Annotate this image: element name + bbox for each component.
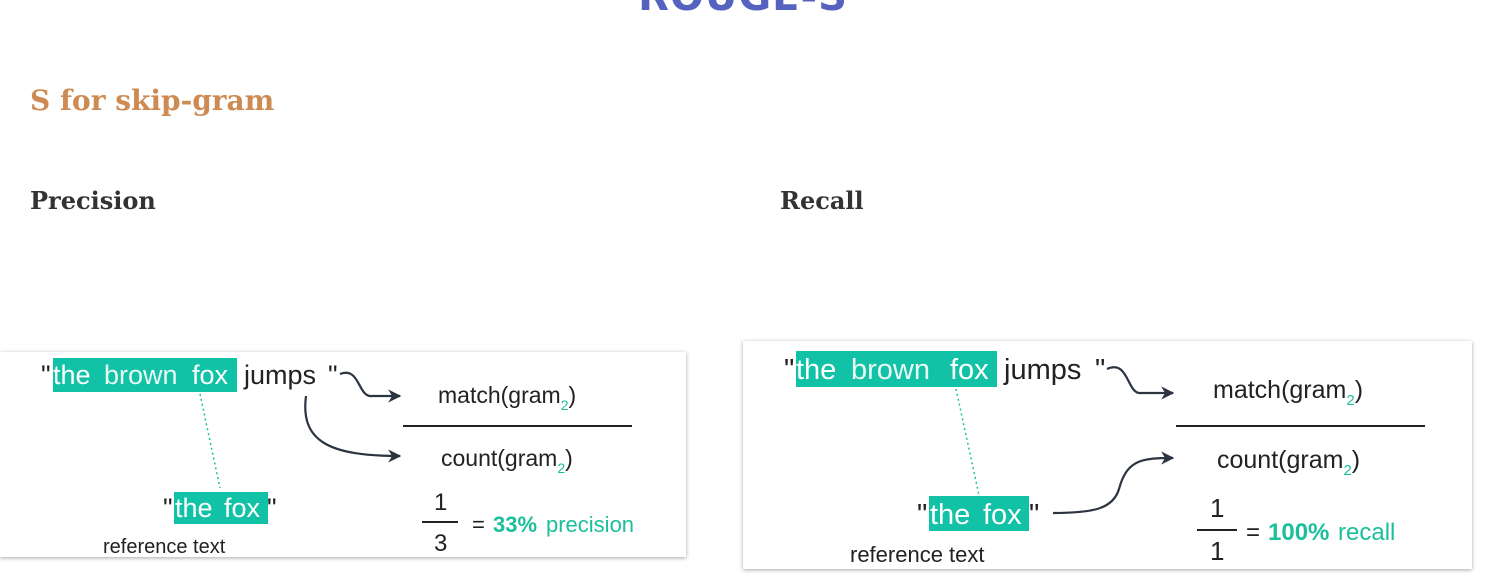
result-denominator: 3 [434,530,447,557]
alignment-connector [955,388,980,496]
reference-word-1: the [930,499,970,531]
result-word: recall [1338,519,1395,546]
arrow-from-reference [1052,451,1175,515]
page-title: ROUGE-S [0,0,1486,20]
numerator-text: match(gram2) [438,382,576,413]
numerator-paren: ) [569,382,577,408]
ref-quote-close: " [1029,499,1039,531]
denominator-subscript: 2 [1343,462,1351,479]
candidate-word-2: brown [851,354,930,386]
result-value: 100% [1268,519,1329,546]
recall-diagram: "the brown fox jumps " "the fox " reference te… [743,341,1472,569]
result-denominator: 1 [1210,536,1224,566]
denominator-paren: ) [1352,446,1360,474]
quote-open: " [41,360,51,390]
numerator-label: match(gram [1213,376,1346,404]
precision-heading: Precision [30,186,156,215]
arrow-to-denominator [304,395,402,463]
denominator-text: count(gram2) [1217,446,1360,479]
quote-open: " [784,354,794,386]
ref-quote-open: " [917,499,927,531]
candidate-word-1: the [796,354,836,386]
reference-word-2: fox [983,499,1022,531]
denominator-label: count(gram [1217,446,1343,474]
alignment-connector [199,393,221,489]
candidate-word-2: brown [104,360,178,390]
candidate-word-3: fox [950,354,989,386]
equals-sign: = [1246,519,1260,546]
denominator-subscript: 2 [557,460,565,476]
arrow-to-numerator [1106,366,1175,400]
denominator-text: count(gram2) [441,445,573,476]
reference-word-2: fox [224,493,261,523]
ref-quote-open: " [163,493,173,523]
numerator-subscript: 2 [561,397,569,413]
candidate-word-4: jumps [1003,354,1081,386]
reference-word-1: the [175,493,213,523]
equals-sign: = [472,512,485,537]
precision-diagram-svg: "the brown fox jumps " "the fox " reference te… [41,358,634,558]
quote-close: " [1095,354,1105,386]
recall-diagram-svg: "the brown fox jumps " "the fox " reference te… [784,351,1425,567]
result-text: = 33% precision [472,512,634,537]
candidate-word-4: jumps [243,360,316,390]
recall-heading: Recall [780,186,864,215]
numerator-subscript: 2 [1346,392,1354,409]
candidate-word-1: the [53,360,91,390]
result-word: precision [546,512,634,537]
result-text: = 100% recall [1246,519,1395,546]
denominator-label: count(gram [441,445,557,471]
arrow-to-numerator [339,371,402,403]
denominator-paren: ) [565,445,573,471]
ref-quote-close: " [267,493,277,523]
result-value: 33% [493,512,537,537]
candidate-word-3: fox [192,360,229,390]
numerator-label: match(gram [438,382,561,408]
precision-diagram: "the brown fox jumps " "the fox " reference te… [0,352,686,558]
section-subtitle: S for skip-gram [30,84,275,117]
reference-label: reference text [103,536,226,558]
quote-close: " [328,360,338,390]
result-numerator: 1 [434,489,447,516]
reference-label: reference text [850,542,985,567]
numerator-paren: ) [1355,376,1363,404]
result-numerator: 1 [1210,493,1224,523]
numerator-text: match(gram2) [1213,376,1363,409]
